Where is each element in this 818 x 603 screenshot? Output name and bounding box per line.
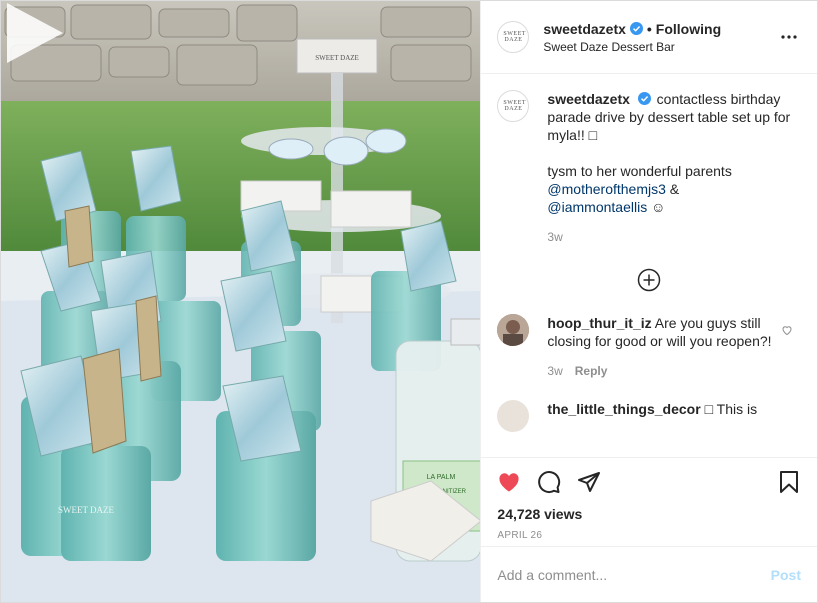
verified-icon [637,92,651,105]
commenter-avatar[interactable] [497,400,530,432]
comments-section[interactable]: SWEET DAZE sweetdazetx contactless birth… [481,74,817,457]
comment-input[interactable] [497,566,771,583]
post-actions: 24,728 views APRIL 26 Post [481,457,817,602]
sanitizer-brand: LA PALM [427,474,456,481]
caption-username[interactable]: sweetdazetx [547,91,629,107]
avatar-text: SWEET DAZE [503,31,526,43]
load-more-comments-button[interactable] [497,268,801,292]
comment-username[interactable]: the_little_things_decor [547,401,700,417]
play-icon[interactable] [1,1,65,65]
view-count[interactable]: 24,728 views [497,506,801,522]
post-header: SWEET DAZE sweetdazetx • Following Sweet… [481,1,817,74]
separator-dot: • [646,20,652,37]
reply-button[interactable]: Reply [575,364,608,378]
comment-like-icon[interactable] [781,324,793,336]
save-icon[interactable] [777,470,801,494]
stand-sign-label: SWEET DAZE [315,54,359,62]
caption-time[interactable]: 3w [547,228,797,246]
add-comment-bar: Post [481,546,817,602]
caption-emoji: ☺ [651,199,666,215]
location-link[interactable]: Sweet Daze Dessert Bar [543,40,777,54]
caption: SWEET DAZE sweetdazetx contactless birth… [497,90,801,246]
mention-link[interactable]: @motherofthemjs3 [547,181,665,197]
load-more-icon[interactable] [637,268,661,292]
post-media-video[interactable]: SWEET DAZE SWEET DAZE LA PALM [1,1,481,602]
mention-link[interactable]: @iammontaellis [547,199,647,215]
share-icon[interactable] [577,470,601,494]
verified-icon [629,22,643,35]
more-options-icon[interactable] [777,25,801,49]
post-comment-button[interactable]: Post [771,567,801,583]
comment-item: the_little_things_decor □ This is [497,400,801,432]
caption-thanks: tysm to her wonderful parents [547,163,732,179]
author-username[interactable]: sweetdazetx [543,21,625,37]
commenter-avatar[interactable] [497,314,530,346]
caption-avatar[interactable]: SWEET DAZE [497,90,530,122]
comment-text: □ This is [704,401,758,417]
comment-username[interactable]: hoop_thur_it_iz [547,315,651,331]
avatar-text: SWEET DAZE [503,100,526,112]
post-side-panel: SWEET DAZE sweetdazetx • Following Sweet… [480,1,817,602]
heart-icon[interactable] [497,470,521,494]
cup-label: SWEET DAZE [58,505,115,515]
author-info: sweetdazetx • Following Sweet Daze Desse… [543,21,777,54]
video-frame: SWEET DAZE SWEET DAZE LA PALM [1,1,481,602]
comment-icon[interactable] [537,470,561,494]
caption-amp: & [669,181,680,197]
follow-status-button[interactable]: Following [656,21,721,37]
post-dialog: SWEET DAZE SWEET DAZE LA PALM SWEET DAZE… [0,0,818,603]
post-date[interactable]: APRIL 26 [497,530,801,541]
comment-time[interactable]: 3w [547,364,562,378]
comment-item: hoop_thur_it_iz Are you guys still closi… [497,314,801,380]
author-avatar[interactable]: SWEET DAZE [497,21,530,53]
